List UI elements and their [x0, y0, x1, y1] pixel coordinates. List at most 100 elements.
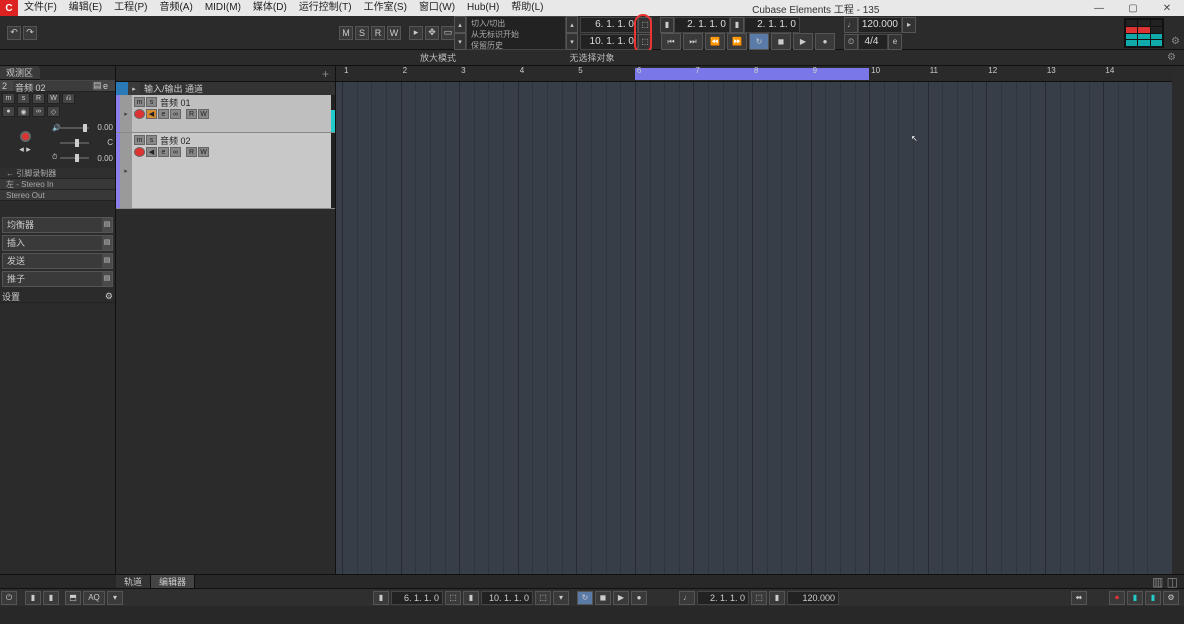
tempo-icon[interactable]: ♩: [844, 17, 858, 33]
write-button[interactable]: W: [198, 147, 209, 157]
click-on[interactable]: e: [888, 34, 902, 50]
bb-aq[interactable]: AQ: [83, 591, 105, 605]
bb-zoom-h[interactable]: ⬌: [1071, 591, 1087, 605]
punch-down-icon[interactable]: ▾: [454, 33, 466, 50]
arrange-area[interactable]: 1234567891011121314 ↖: [336, 66, 1172, 574]
play-button[interactable]: ▶: [793, 33, 813, 50]
marker-up-icon[interactable]: ▴: [566, 16, 578, 33]
inspector-record-button[interactable]: [20, 131, 31, 142]
tab-track[interactable]: 轨道: [116, 575, 151, 588]
freeze-button[interactable]: ∞: [170, 109, 181, 119]
bb-tempo[interactable]: 120.000: [787, 591, 839, 605]
primary-time[interactable]: 6. 1. 1. 0: [580, 17, 638, 33]
monitor-button[interactable]: ◀: [146, 147, 157, 157]
bb-fmt1[interactable]: ⬚: [445, 591, 461, 605]
punch-up-icon[interactable]: ▴: [454, 16, 466, 33]
bb-retrospective[interactable]: ⬒: [65, 591, 81, 605]
edit-button[interactable]: e: [158, 109, 169, 119]
edit-button[interactable]: e: [158, 147, 169, 157]
rewind-button[interactable]: ⏪: [705, 33, 725, 50]
output-route[interactable]: Stereo Out: [0, 190, 115, 201]
menu-item[interactable]: 音频(A): [153, 0, 198, 16]
bb-down2[interactable]: ▾: [553, 591, 569, 605]
auto-arrow-icon[interactable]: ◂ ▸: [19, 144, 31, 155]
close-button[interactable]: ✕: [1150, 0, 1184, 16]
cycle-button[interactable]: ↻: [749, 33, 769, 50]
insp-btn[interactable]: s: [17, 93, 30, 104]
io-channels-row[interactable]: ▸ 输入/输出 通道: [116, 82, 335, 95]
click-icon[interactable]: ⏲: [844, 34, 858, 50]
bb-meter-r[interactable]: ▮: [1145, 591, 1161, 605]
bb-stop[interactable]: ◼: [595, 591, 611, 605]
marker-down-icon[interactable]: ▾: [566, 33, 578, 50]
toolbar-settings-icon[interactable]: ⚙: [1171, 36, 1180, 47]
menu-item[interactable]: 窗口(W): [413, 0, 461, 16]
track-expand-icon[interactable]: ▸: [120, 133, 132, 208]
insp-btn2[interactable]: ∞: [32, 106, 45, 117]
tab-editor[interactable]: 编辑器: [151, 575, 195, 588]
write-button[interactable]: W: [198, 109, 209, 119]
input-route[interactable]: 左 - Stereo In: [0, 179, 115, 190]
bb-play[interactable]: ▶: [613, 591, 629, 605]
insp-btn2[interactable]: ◉: [17, 106, 30, 117]
insp-btn[interactable]: W: [47, 93, 60, 104]
insp-btn2[interactable]: ●: [2, 106, 15, 117]
time-format-1[interactable]: ⬚: [638, 17, 652, 33]
info-settings-icon[interactable]: ⚙: [1167, 52, 1176, 63]
stop-button[interactable]: ◼: [771, 33, 791, 50]
tool-button-1[interactable]: ✥: [425, 26, 439, 40]
menu-item[interactable]: 工作室(S): [358, 0, 413, 16]
bb-down-icon[interactable]: ▾: [107, 591, 123, 605]
inspector-section[interactable]: 均衡器▤: [2, 217, 113, 233]
locator-l-icon[interactable]: ▮: [660, 17, 674, 33]
read-button[interactable]: R: [186, 109, 197, 119]
read-button[interactable]: R: [186, 147, 197, 157]
bb-locator-r[interactable]: ▮: [463, 591, 479, 605]
goto-end-button[interactable]: ⏭: [683, 33, 703, 50]
menu-item[interactable]: 编辑(E): [63, 0, 108, 16]
punch-item[interactable]: 从无标识开始: [471, 29, 561, 40]
right-locator[interactable]: 2. 1. 1. 0: [744, 17, 800, 33]
tempo-display[interactable]: 120.000: [858, 17, 902, 33]
freeze-button[interactable]: ∞: [170, 147, 181, 157]
bb-pos2[interactable]: 10. 1. 1. 0: [481, 591, 533, 605]
insp-btn[interactable]: ⎌: [62, 93, 75, 104]
solo-button[interactable]: s: [146, 135, 157, 145]
solo-button[interactable]: s: [146, 97, 157, 107]
bb-fmt3[interactable]: ⬚: [751, 591, 767, 605]
settings-label[interactable]: 设置: [2, 290, 20, 303]
goto-start-button[interactable]: ⏮: [661, 33, 681, 50]
insp-btn[interactable]: R: [32, 93, 45, 104]
mute-button[interactable]: m: [134, 135, 145, 145]
volume-value[interactable]: 0.00: [89, 123, 113, 132]
monitor-button[interactable]: ◀: [146, 109, 157, 119]
bb-tempo-note[interactable]: ♩: [679, 591, 695, 605]
bb-loc[interactable]: 2. 1. 1. 0: [697, 591, 749, 605]
secondary-time[interactable]: 10. 1. 1. 0: [580, 34, 638, 50]
bb-tempo-icon[interactable]: ▮: [769, 591, 785, 605]
insp-btn[interactable]: m: [2, 93, 15, 104]
io-expand-icon[interactable]: ▸: [128, 82, 140, 95]
bb-punch-out[interactable]: ▮: [43, 591, 59, 605]
minimize-button[interactable]: —: [1082, 0, 1116, 16]
track-record-button[interactable]: [134, 147, 145, 157]
track-color-icon[interactable]: ▤: [93, 80, 103, 91]
inspector-section[interactable]: 插入▤: [2, 235, 113, 251]
state-button-s[interactable]: S: [355, 26, 369, 40]
zone-select-icon[interactable]: ▥ ◫: [1146, 575, 1184, 588]
track-record-button[interactable]: [134, 109, 145, 119]
track-expand-icon[interactable]: ▸: [120, 95, 132, 132]
left-locator[interactable]: 2. 1. 1. 0: [674, 17, 730, 33]
insp-btn2[interactable]: ◇: [47, 106, 60, 117]
time-sig[interactable]: 4/4: [858, 34, 888, 50]
redo-button[interactable]: ↷: [23, 26, 37, 40]
timeline-ruler[interactable]: 1234567891011121314: [336, 66, 1172, 82]
menu-item[interactable]: 帮助(L): [505, 0, 549, 16]
pan-value[interactable]: C: [89, 138, 113, 147]
routing-header[interactable]: ← 引脚录制器: [0, 168, 115, 179]
bb-punch-in[interactable]: ▮: [25, 591, 41, 605]
track-edit-icon[interactable]: e: [103, 81, 113, 91]
mute-button[interactable]: m: [134, 97, 145, 107]
menu-item[interactable]: 运行控制(T): [293, 0, 358, 16]
forward-button[interactable]: ⏩: [727, 33, 747, 50]
